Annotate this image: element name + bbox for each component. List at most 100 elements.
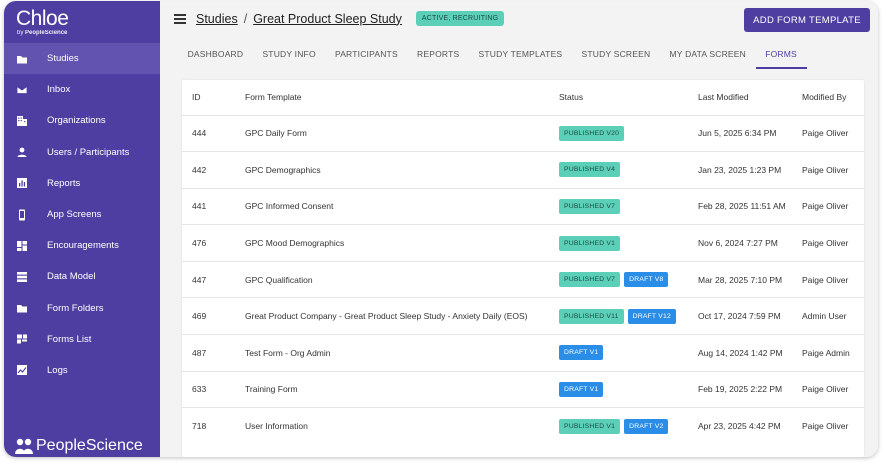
table-row[interactable]: 442 GPC Demographics PUBLISHED V4 Jan 23, 2…: [182, 151, 864, 189]
logo-sub-prefix: by: [17, 30, 26, 36]
cell-last-modified: Feb 19, 2025 2:22 PM: [698, 384, 783, 395]
cell-id: 444: [192, 128, 207, 139]
cell-form-template: GPC Mood Demographics: [245, 238, 345, 249]
cell-modified-by: Paige Oliver: [802, 238, 849, 249]
sidebar-item-form-folders[interactable]: Form Folders: [4, 293, 160, 324]
sidebar-item-app-screens[interactable]: App Screens: [4, 199, 160, 230]
published-version-badge: PUBLISHED V1: [559, 235, 621, 251]
published-version-badge: PUBLISHED V11: [559, 308, 624, 324]
tab-reports[interactable]: REPORTS: [407, 39, 469, 69]
cell-last-modified: Apr 23, 2025 4:42 PM: [698, 421, 781, 432]
sidebar-item-label: Inbox: [47, 84, 71, 96]
published-version-badge: PUBLISHED V4: [559, 162, 621, 178]
cell-id: 718: [192, 421, 207, 432]
sidebar-item-label: Encouragements: [47, 240, 119, 252]
table-row[interactable]: 444 GPC Daily Form PUBLISHED V20 Jun 5, 202…: [182, 115, 864, 152]
forms-table-card: ID Form Template Status Last Modified Mo…: [182, 80, 864, 457]
cell-modified-by: Paige Oliver: [802, 128, 849, 139]
cell-id: 633: [192, 384, 207, 395]
cell-status: DRAFT V1: [549, 335, 688, 372]
column-header-form-template[interactable]: Form Template: [235, 80, 549, 115]
table-row[interactable]: 441 GPC Informed Consent PUBLISHED V7 Feb 2…: [182, 188, 864, 225]
sidebar-item-forms-list[interactable]: Forms List: [4, 324, 160, 355]
hamburger-menu-icon[interactable]: [174, 14, 186, 24]
cell-status: DRAFT V1: [549, 371, 688, 408]
cell-form-template: Training Form: [245, 384, 298, 395]
sidebar-item-data-model[interactable]: Data Model: [4, 261, 160, 292]
cell-modified-by: Paige Oliver: [802, 164, 849, 175]
cell-form-template: GPC Qualification: [245, 274, 313, 285]
cell-id: 487: [192, 347, 207, 358]
building-icon: [15, 114, 29, 128]
app-logo[interactable]: Chloe by PeopleScience: [16, 7, 69, 37]
cell-modified-by: Paige Oliver: [802, 201, 849, 212]
tab-study-screen[interactable]: STUDY SCREEN: [572, 39, 660, 69]
sidebar-item-label: Forms List: [47, 333, 92, 345]
cell-form-template: Great Product Company - Great Product Sl…: [245, 311, 528, 322]
cell-id: 447: [192, 274, 207, 285]
sidebar-item-logs[interactable]: Logs: [4, 355, 160, 386]
sidebar-item-label: Studies: [47, 53, 79, 65]
phone-icon: [15, 208, 29, 222]
peoplescience-logo: PeopleScience: [14, 437, 143, 455]
cell-status: PUBLISHED V7: [549, 188, 688, 225]
cell-status: PUBLISHED V1 DRAFT V2: [549, 408, 688, 445]
tab-participants[interactable]: PARTICIPANTS: [325, 39, 407, 69]
sidebar-item-studies[interactable]: Studies: [4, 43, 160, 75]
sidebar: Chloe by PeopleScience Studies Inbox Organ…: [4, 1, 160, 457]
cell-id: 442: [192, 164, 207, 175]
sidebar-item-label: Data Model: [47, 271, 96, 283]
cell-modified-by: Admin User: [802, 311, 847, 322]
tab-study-templates[interactable]: STUDY TEMPLATES: [469, 39, 572, 69]
breadcrumb-separator: /: [243, 11, 248, 26]
tab-study-info[interactable]: STUDY INFO: [253, 39, 326, 69]
cell-last-modified: Jan 23, 2025 1:23 PM: [698, 164, 782, 175]
cell-last-modified: Feb 28, 2025 11:51 AM: [698, 201, 786, 212]
cell-last-modified: Jun 5, 2025 6:34 PM: [698, 128, 777, 139]
cell-form-template: GPC Demographics: [245, 164, 321, 175]
cell-last-modified: Aug 14, 2024 1:42 PM: [698, 347, 783, 358]
table-row[interactable]: 476 GPC Mood Demographics PUBLISHED V1 Nov …: [182, 224, 864, 262]
cell-last-modified: Nov 6, 2024 7:27 PM: [698, 238, 778, 249]
study-status-badge: ACTIVE, RECRUITING: [415, 11, 505, 26]
folder-icon: [15, 301, 29, 315]
tab-dashboard[interactable]: DASHBOARD: [178, 39, 253, 69]
published-version-badge: PUBLISHED V7: [559, 198, 621, 214]
table-row[interactable]: 633 Training Form DRAFT V1 Feb 19, 2025 2:2…: [182, 371, 864, 408]
column-header-last-modified[interactable]: Last Modified: [688, 80, 792, 115]
cell-status: PUBLISHED V11 DRAFT V12: [549, 298, 688, 335]
table-row[interactable]: 487 Test Form - Org Admin DRAFT V1 Aug 14, …: [182, 334, 864, 372]
column-header-id[interactable]: ID: [182, 80, 235, 115]
table-row[interactable]: 718 User Information PUBLISHED V1 DRAFT V2 A…: [182, 407, 864, 445]
forms-list-icon: [15, 332, 29, 346]
bottom-brand-text: PeopleScience: [36, 437, 143, 454]
add-form-template-button[interactable]: ADD FORM TEMPLATE: [744, 8, 870, 32]
sidebar-item-reports[interactable]: Reports: [4, 168, 160, 199]
breadcrumb-studies-link[interactable]: Studies: [196, 12, 238, 26]
cell-form-template: User Information: [245, 421, 308, 432]
sidebar-item-organizations[interactable]: Organizations: [4, 105, 160, 136]
sidebar-item-encouragements[interactable]: Encouragements: [4, 230, 160, 261]
cell-last-modified: Mar 28, 2025 7:10 PM: [698, 274, 783, 285]
logo-subtitle: by PeopleScience: [17, 30, 68, 36]
sidebar-item-label: Users / Participants: [47, 146, 130, 158]
table-row[interactable]: 469 Great Product Company - Great Product…: [182, 297, 864, 335]
draft-version-badge: DRAFT V2: [624, 418, 669, 434]
cell-modified-by: Paige Admin: [802, 347, 850, 358]
app-window: Chloe by PeopleScience Studies Inbox Organ…: [4, 1, 878, 457]
sidebar-item-users-participants[interactable]: Users / Participants: [4, 137, 160, 168]
top-bar: Studies / Great Product Sleep Study ACTI…: [160, 1, 878, 39]
published-version-badge: PUBLISHED V20: [559, 125, 625, 141]
logo-title: Chloe: [16, 7, 69, 30]
logo-sub-brand: PeopleScience: [25, 30, 68, 36]
cell-id: 469: [192, 311, 207, 322]
tab-forms[interactable]: FORMS: [755, 39, 807, 69]
sidebar-item-inbox[interactable]: Inbox: [4, 74, 160, 105]
column-header-status[interactable]: Status: [549, 80, 688, 115]
sidebar-nav: Studies Inbox Organizations Users / Partici…: [4, 43, 160, 386]
tab-my-data-screen[interactable]: MY DATA SCREEN: [660, 39, 756, 69]
breadcrumb-study-link[interactable]: Great Product Sleep Study: [253, 12, 402, 26]
column-header-modified-by[interactable]: Modified By: [792, 80, 864, 115]
cell-form-template: GPC Informed Consent: [245, 201, 334, 212]
table-row[interactable]: 447 GPC Qualification PUBLISHED V7 DRAFT V8…: [182, 261, 864, 298]
